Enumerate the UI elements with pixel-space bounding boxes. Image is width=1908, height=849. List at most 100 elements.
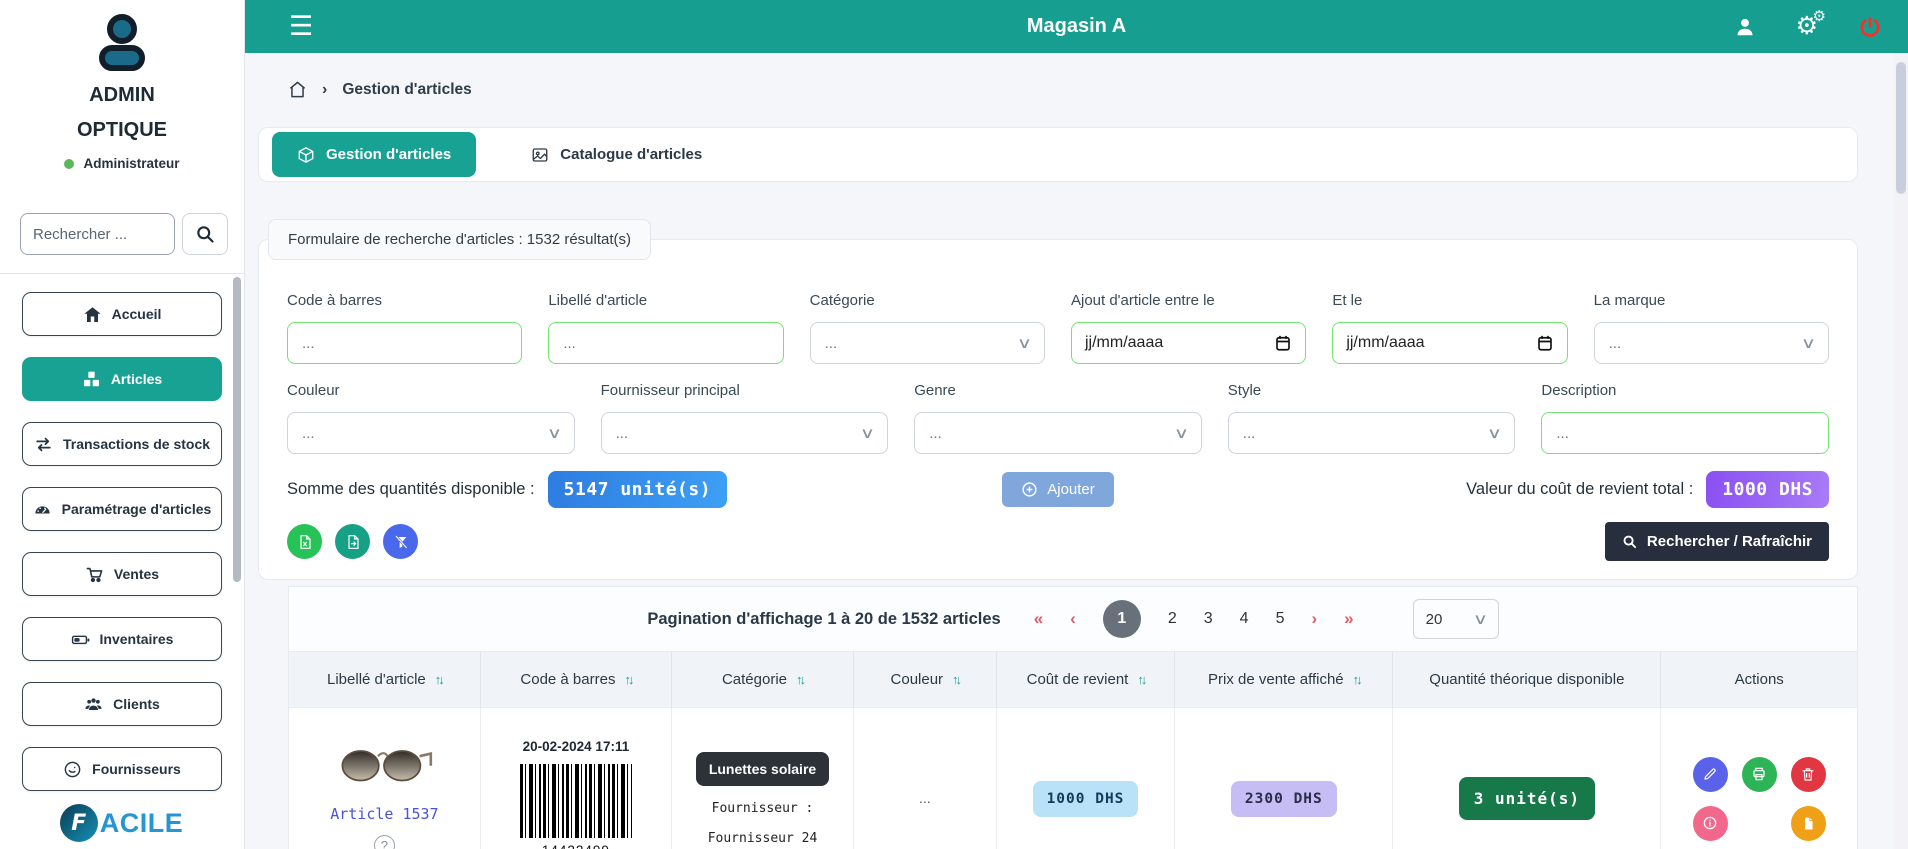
- field-label-style: Style: [1228, 382, 1516, 399]
- code-barres-input[interactable]: [287, 322, 522, 364]
- info-button[interactable]: [1693, 806, 1728, 841]
- qty-sum-label: Somme des quantités disponible :: [287, 480, 535, 499]
- search-form-title: Formulaire de recherche d'articles : 153…: [268, 219, 651, 260]
- calendar-icon[interactable]: [1536, 334, 1554, 352]
- sidebar-scrollbar-thumb[interactable]: [233, 277, 241, 582]
- breadcrumb-home-icon[interactable]: [288, 80, 307, 99]
- tab-catalogue-articles[interactable]: Catalogue d'articles: [506, 132, 727, 177]
- edit-button[interactable]: [1693, 757, 1728, 792]
- fournisseur-select[interactable]: ... ∨: [601, 412, 889, 454]
- document-button[interactable]: [1791, 806, 1826, 841]
- user-avatar-icon: [89, 12, 155, 74]
- pagination-next-button[interactable]: ›: [1311, 609, 1317, 629]
- sort-icon: ↑↓: [1353, 672, 1360, 687]
- page-size-select[interactable]: 20 ∨: [1413, 599, 1499, 639]
- th-prix[interactable]: Prix de vente affiché↑↓: [1175, 652, 1393, 708]
- th-cout[interactable]: Coût de revient↑↓: [996, 652, 1175, 708]
- date-placeholder: jj/mm/aaaa: [1085, 334, 1163, 352]
- couleur-select[interactable]: ... ∨: [287, 412, 575, 454]
- user-icon[interactable]: [1734, 16, 1756, 38]
- search-form-card: Formulaire de recherche d'articles : 153…: [258, 239, 1858, 580]
- sidebar-item-accueil[interactable]: Accueil: [22, 292, 222, 336]
- th-code-barres[interactable]: Code à barres↑↓: [480, 652, 671, 708]
- export-excel-button[interactable]: [287, 524, 322, 559]
- help-icon[interactable]: ?: [374, 835, 395, 849]
- file-export-icon: [345, 534, 361, 550]
- table-row: Article 1537 ? 20-02-2024 17:11 14422499…: [289, 708, 1857, 849]
- libelle-input[interactable]: [548, 322, 783, 364]
- categorie-select[interactable]: ... ∨: [810, 322, 1045, 364]
- sidebar-item-ventes[interactable]: Ventes: [22, 552, 222, 596]
- pagination-page-4[interactable]: 4: [1240, 610, 1249, 628]
- date-debut-input[interactable]: jj/mm/aaaa: [1071, 322, 1306, 364]
- add-article-button[interactable]: Ajouter: [1002, 472, 1114, 507]
- cogs-icon[interactable]: ⚙⚙: [1796, 14, 1818, 39]
- supplier-label: Fournisseur :: [672, 801, 853, 816]
- th-libelle[interactable]: Libellé d'article↑↓: [289, 652, 480, 708]
- hamburger-menu-icon[interactable]: ☰: [289, 13, 313, 40]
- chevron-down-icon: ∨: [1487, 424, 1502, 442]
- pagination-page-2[interactable]: 2: [1168, 610, 1177, 628]
- sidebar-item-transactions[interactable]: Transactions de stock: [22, 422, 222, 466]
- pagination-page-3[interactable]: 3: [1204, 610, 1213, 628]
- export-file-button[interactable]: [335, 524, 370, 559]
- chevron-down-icon: ∨: [546, 424, 561, 442]
- print-button[interactable]: [1742, 757, 1777, 792]
- search-icon: [195, 224, 215, 244]
- sidebar-item-label: Inventaires: [100, 631, 174, 647]
- pagination-page-1[interactable]: 1: [1103, 600, 1141, 638]
- tabs-bar: Gestion d'articles Catalogue d'articles: [258, 127, 1858, 182]
- filter-off-icon: [393, 534, 409, 550]
- page-scrollbar-thumb[interactable]: [1896, 62, 1906, 194]
- headset-icon: [63, 760, 82, 779]
- power-icon[interactable]: [1858, 15, 1882, 39]
- sidebar-item-label: Clients: [113, 696, 160, 712]
- date-fin-input[interactable]: jj/mm/aaaa: [1332, 322, 1567, 364]
- breadcrumb-current[interactable]: Gestion d'articles: [342, 81, 471, 99]
- field-label-libelle: Libellé d'article: [548, 292, 783, 309]
- admin-name-line2: OPTIQUE: [0, 117, 244, 144]
- articles-table: Libellé d'article↑↓ Code à barres↑↓ Caté…: [289, 651, 1857, 849]
- th-quantite: Quantité théorique disponible: [1393, 652, 1661, 708]
- sidebar-item-clients[interactable]: Clients: [22, 682, 222, 726]
- calendar-icon[interactable]: [1274, 334, 1292, 352]
- sidebar-search-button[interactable]: [182, 213, 228, 255]
- field-label-code-barres: Code à barres: [287, 292, 522, 309]
- tab-gestion-articles[interactable]: Gestion d'articles: [272, 132, 476, 177]
- pagination-first-button[interactable]: «: [1034, 609, 1043, 629]
- pagination-last-button[interactable]: »: [1344, 609, 1353, 629]
- article-name-link[interactable]: Article 1537: [289, 805, 480, 823]
- marque-select[interactable]: ... ∨: [1594, 322, 1829, 364]
- page-scrollbar[interactable]: [1894, 53, 1908, 849]
- supplier-name: Fournisseur 24: [672, 831, 853, 846]
- clear-filter-button[interactable]: [383, 524, 418, 559]
- style-select[interactable]: ... ∨: [1228, 412, 1516, 454]
- topbar: ☰ Magasin A ⚙⚙: [245, 0, 1908, 53]
- sidebar-search-input[interactable]: [20, 213, 175, 255]
- field-label-marque: La marque: [1594, 292, 1829, 309]
- tab-label: Gestion d'articles: [326, 146, 451, 163]
- th-categorie[interactable]: Catégorie↑↓: [672, 652, 854, 708]
- cost-total-label: Valeur du coût de revient total :: [1466, 480, 1693, 499]
- main-area: ☰ Magasin A ⚙⚙ › Gestion d'articles: [245, 0, 1908, 849]
- sidebar-item-parametrage[interactable]: Paramétrage d'articles: [22, 487, 222, 531]
- sidebar-item-fournisseurs[interactable]: Fournisseurs: [22, 747, 222, 791]
- select-value: ...: [1609, 335, 1622, 352]
- sidebar-item-label: Ventes: [114, 566, 159, 582]
- description-input[interactable]: [1541, 412, 1829, 454]
- article-date: 20-02-2024 17:11: [481, 739, 671, 754]
- th-couleur[interactable]: Couleur↑↓: [853, 652, 996, 708]
- pagination-page-5[interactable]: 5: [1276, 610, 1285, 628]
- chevron-down-icon: ∨: [1472, 610, 1487, 628]
- pagination-info: Pagination d'affichage 1 à 20 de 1532 ar…: [647, 610, 1000, 629]
- pagination-prev-button[interactable]: ‹: [1070, 609, 1076, 629]
- search-refresh-button[interactable]: Rechercher / Rafraîchir: [1605, 522, 1829, 561]
- sidebar-item-inventaires[interactable]: Inventaires: [22, 617, 222, 661]
- trash-icon: [1800, 766, 1816, 782]
- delete-button[interactable]: [1791, 757, 1826, 792]
- genre-select[interactable]: ... ∨: [914, 412, 1202, 454]
- sidebar-divider: [0, 273, 244, 274]
- sidebar: ADMIN OPTIQUE Administrateur Accueil: [0, 0, 245, 849]
- chevron-down-icon: ∨: [1174, 424, 1189, 442]
- sidebar-item-articles[interactable]: Articles: [22, 357, 222, 401]
